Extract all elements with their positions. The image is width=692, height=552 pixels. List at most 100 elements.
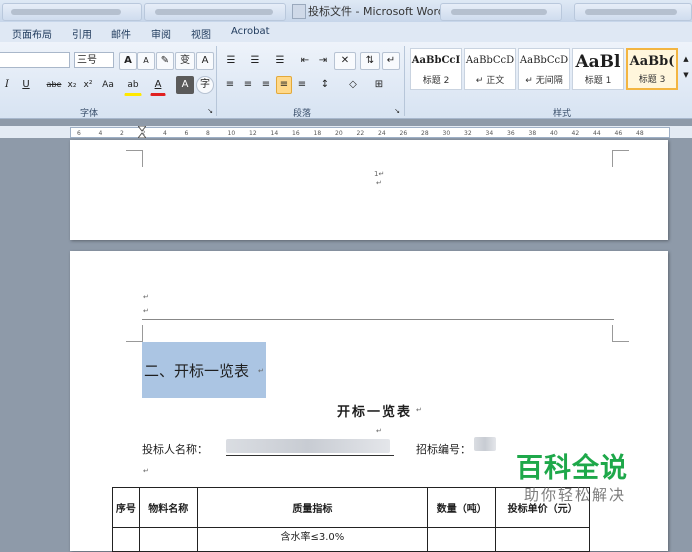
tab-references[interactable]: 引用 <box>72 26 92 41</box>
blurred-window-tab[interactable] <box>144 3 286 21</box>
grow-font-button[interactable]: A <box>119 52 137 70</box>
bidder-name-underline <box>226 455 394 456</box>
chinese-layout-icon[interactable]: ✕ <box>334 52 356 70</box>
ruler-number: 4 <box>163 130 167 137</box>
style-heading-1[interactable]: AaBl 标题 1 <box>572 48 624 90</box>
font-dialog-launcher-icon[interactable]: ↘ <box>205 106 215 116</box>
font-size-value: 三号 <box>77 55 97 66</box>
paragraph-mark: ↵ <box>376 427 382 435</box>
indent-marker-icon[interactable] <box>136 125 148 139</box>
blurred-window-tab[interactable] <box>440 3 562 21</box>
tab-page-layout[interactable]: 页面布局 <box>12 26 52 41</box>
section-heading[interactable]: 二、开标一览表 <box>144 360 249 381</box>
header-cell-quality[interactable]: 质量指标 <box>196 487 429 528</box>
header-cell-material[interactable]: 物料名称 <box>138 487 198 528</box>
header-cell-quantity[interactable]: 数量（吨） <box>427 487 497 528</box>
style-normal[interactable]: AaBbCcD ↵ 正文 <box>464 48 516 90</box>
change-case-button[interactable]: Aa <box>98 76 118 94</box>
header-line <box>142 319 614 320</box>
sort-icon[interactable]: ⇅ <box>360 52 380 70</box>
justify-icon[interactable]: ≡ <box>276 76 292 94</box>
bullets-icon[interactable]: ☰ <box>222 52 240 70</box>
horizontal-ruler[interactable]: 6 4 2 2 4 6 8 10 12 14 16 18 20 22 24 26 28 30 32 34 36 38 40 4… <box>0 125 692 139</box>
header-cell-index[interactable]: 序号 <box>112 487 140 528</box>
distributed-icon[interactable]: ≡ <box>294 76 310 94</box>
ruler-number: 48 <box>636 130 644 137</box>
line-spacing-icon[interactable]: ↕ <box>314 76 336 94</box>
align-right-icon[interactable]: ≡ <box>258 76 274 94</box>
ruler-number: 4 <box>98 130 103 137</box>
paragraph-mark: ↵ <box>143 293 149 301</box>
styles-scroll-down-icon[interactable]: ▼ <box>680 66 692 84</box>
italic-button[interactable]: I <box>0 76 14 94</box>
highlight-button[interactable]: ab <box>124 76 142 96</box>
ruler-number: 32 <box>464 130 472 137</box>
table-cell[interactable] <box>112 527 140 552</box>
ruler-number: 46 <box>614 130 623 137</box>
style-no-spacing[interactable]: AaBbCcD ↵ 无间隔 <box>518 48 570 90</box>
superscript-button[interactable]: x² <box>80 76 96 94</box>
tab-view[interactable]: 视图 <box>191 26 211 41</box>
char-shading-button[interactable]: A <box>176 76 194 94</box>
margin-corner-mark <box>612 325 629 342</box>
table-header-row: 序号 物料名称 质量指标 数量（吨） 投标单价（元） <box>112 487 590 528</box>
enclose-char-button[interactable]: 字 <box>196 76 214 94</box>
tab-acrobat[interactable]: Acrobat <box>231 26 270 37</box>
paragraph-shading-icon[interactable]: ◇ <box>342 76 364 94</box>
table-cell[interactable] <box>495 527 590 552</box>
char-border-button[interactable]: A <box>196 52 214 70</box>
ribbon: 三号 A A ✎ 变 A I U abe x₂ x² Aa ab A A 字 字… <box>0 42 692 119</box>
paragraph-mark: ↵ <box>143 307 149 315</box>
shrink-font-button[interactable]: A <box>137 52 155 70</box>
subscript-button[interactable]: x₂ <box>64 76 80 94</box>
font-color-button[interactable]: A <box>150 76 166 96</box>
show-formatting-icon[interactable]: ↵ <box>382 52 400 70</box>
increase-indent-icon[interactable]: ⇥ <box>314 52 332 70</box>
decrease-indent-icon[interactable]: ⇤ <box>296 52 314 70</box>
ruler-number: 34 <box>485 130 494 137</box>
style-heading-2[interactable]: AaBbCcI 标题 2 <box>410 48 462 90</box>
ruler-number: 28 <box>421 130 429 137</box>
paragraph-group-label: 段落 <box>293 109 312 119</box>
watermark-logo-text: 百科全说 <box>516 453 628 484</box>
document-page[interactable]: 1↵ ↵ <box>70 140 668 240</box>
ruler-number: 24 <box>378 130 386 137</box>
style-heading-3[interactable]: AaBb( 标题 3 <box>626 48 678 90</box>
paragraph-dialog-launcher-icon[interactable]: ↘ <box>392 106 402 116</box>
quality-cell[interactable]: 含水率≤3.0% <box>196 527 429 552</box>
font-group-label: 字体 <box>80 109 99 119</box>
table-cell[interactable] <box>138 527 198 552</box>
paragraph-mark: ↵ <box>258 367 264 375</box>
tab-mailings[interactable]: 邮件 <box>111 26 131 41</box>
ruler-number: 6 <box>184 130 189 137</box>
numbering-icon[interactable]: ☰ <box>246 52 264 70</box>
ruler-number: 18 <box>313 130 322 137</box>
ruler-number: 42 <box>571 130 580 137</box>
align-center-icon[interactable]: ≡ <box>240 76 256 94</box>
blurred-window-tab[interactable] <box>574 3 692 21</box>
margin-corner-mark <box>126 150 143 167</box>
paragraph-mark: ↵ <box>143 467 149 475</box>
clear-format-button[interactable]: ✎ <box>156 52 174 70</box>
font-name-box[interactable] <box>0 52 70 68</box>
tab-review[interactable]: 审阅 <box>151 26 171 41</box>
margin-corner-mark <box>612 150 629 167</box>
bid-number-label: 招标编号： <box>416 443 471 456</box>
align-left-icon[interactable]: ≡ <box>222 76 238 94</box>
ruler-number: 6 <box>77 130 81 137</box>
table-cell[interactable] <box>427 527 497 552</box>
strikethrough-button[interactable]: abe <box>44 76 64 94</box>
title-bar: 投标文件 - Microsoft Word <box>0 0 692 23</box>
font-size-box[interactable]: 三号 <box>74 52 114 68</box>
bidder-name-label: 投标人名称： <box>142 443 208 456</box>
multilevel-list-icon[interactable]: ☰ <box>270 52 290 70</box>
redacted-bid-number <box>474 437 496 451</box>
underline-button[interactable]: U <box>18 76 34 94</box>
borders-icon[interactable]: ⊞ <box>368 76 390 94</box>
phonetic-guide-button[interactable]: 变 <box>175 52 195 70</box>
ruler-number: 26 <box>399 130 408 137</box>
table-row: 含水率≤3.0% <box>112 527 590 552</box>
ribbon-tabs: 页面布局 引用 邮件 审阅 视图 Acrobat <box>0 22 692 42</box>
ruler-number: 14 <box>270 130 279 137</box>
blurred-window-tab[interactable] <box>2 3 142 21</box>
